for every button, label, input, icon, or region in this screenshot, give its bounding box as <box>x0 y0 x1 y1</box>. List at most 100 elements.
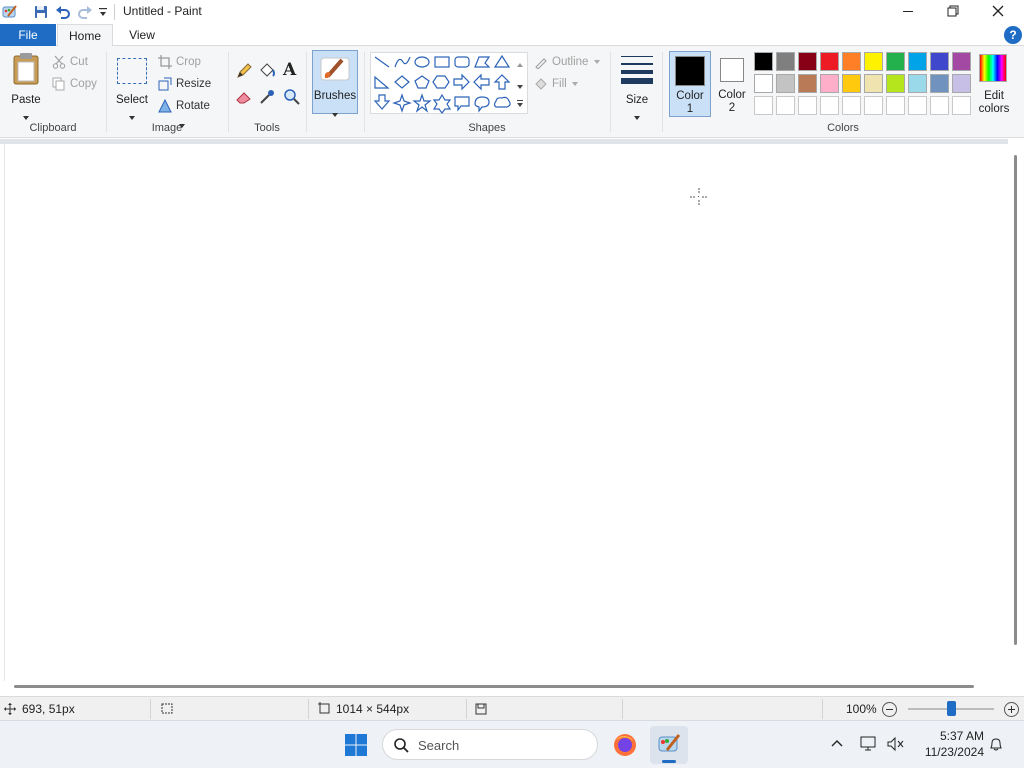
pentagon-shape-icon[interactable] <box>414 75 430 89</box>
show-hidden-icons-chevron-icon[interactable] <box>830 737 844 751</box>
paint-app-icon[interactable] <box>2 4 18 20</box>
palette-swatch[interactable] <box>886 74 905 93</box>
palette-swatch[interactable] <box>842 74 861 93</box>
color-picker-icon[interactable] <box>258 88 276 106</box>
custom-color-slot[interactable] <box>952 96 971 115</box>
tab-view[interactable]: View <box>114 24 170 46</box>
custom-color-slot[interactable] <box>930 96 949 115</box>
palette-swatch[interactable] <box>754 74 773 93</box>
palette-swatch[interactable] <box>908 52 927 71</box>
custom-color-slot[interactable] <box>908 96 927 115</box>
select-button[interactable]: Select <box>112 50 152 120</box>
outline-button[interactable]: Outline <box>534 52 606 72</box>
custom-color-slot[interactable] <box>798 96 817 115</box>
palette-swatch[interactable] <box>842 52 861 71</box>
volume-muted-icon[interactable] <box>886 736 904 752</box>
palette-swatch[interactable] <box>864 52 883 71</box>
magnifier-icon[interactable] <box>283 88 301 106</box>
zoom-slider-thumb[interactable] <box>947 701 956 716</box>
shapes-more-icon[interactable] <box>515 98 525 108</box>
horizontal-scrollbar[interactable] <box>14 685 974 688</box>
palette-swatch[interactable] <box>886 52 905 71</box>
tab-file[interactable]: File <box>0 24 56 46</box>
drawing-canvas[interactable] <box>4 144 1008 681</box>
right-triangle-shape-icon[interactable] <box>374 75 390 89</box>
cut-button[interactable]: Cut <box>52 52 100 72</box>
resize-button[interactable]: Resize <box>158 74 214 94</box>
paint-taskbar-icon[interactable] <box>650 726 688 764</box>
color1-button[interactable]: Color 1 <box>669 51 711 117</box>
shapes-scroll-down-icon[interactable] <box>515 80 525 89</box>
palette-swatch[interactable] <box>930 74 949 93</box>
palette-swatch[interactable] <box>798 52 817 71</box>
palette-swatch[interactable] <box>952 52 971 71</box>
custom-color-slot[interactable] <box>776 96 795 115</box>
redo-icon[interactable] <box>77 4 93 20</box>
tab-home[interactable]: Home <box>57 24 113 47</box>
undo-icon[interactable] <box>55 4 71 20</box>
palette-swatch[interactable] <box>930 52 949 71</box>
six-point-star-shape-icon[interactable] <box>432 93 452 114</box>
taskbar-search-box[interactable]: Search <box>382 729 598 760</box>
palette-swatch[interactable] <box>820 74 839 93</box>
fill-button[interactable]: Fill <box>534 74 584 94</box>
copy-button[interactable]: Copy <box>52 74 102 94</box>
five-point-star-shape-icon[interactable] <box>412 93 432 113</box>
palette-swatch[interactable] <box>908 74 927 93</box>
custom-color-slot[interactable] <box>864 96 883 115</box>
rectangle-shape-icon[interactable] <box>434 56 450 68</box>
crop-button[interactable]: Crop <box>158 52 208 72</box>
diamond-shape-icon[interactable] <box>394 75 410 89</box>
palette-swatch[interactable] <box>798 74 817 93</box>
zoom-out-icon[interactable] <box>882 702 897 717</box>
palette-swatch[interactable] <box>864 74 883 93</box>
customize-toolbar-dropdown-icon[interactable] <box>98 6 108 18</box>
palette-swatch[interactable] <box>776 52 795 71</box>
pencil-icon[interactable] <box>235 62 253 80</box>
custom-color-slot[interactable] <box>754 96 773 115</box>
left-arrow-shape-icon[interactable] <box>473 73 490 91</box>
close-icon[interactable] <box>986 0 1010 24</box>
clock-date[interactable]: 11/23/2024 <box>914 745 984 759</box>
rounded-rectangle-shape-icon[interactable] <box>454 56 470 68</box>
brushes-button[interactable]: Brushes <box>312 50 358 117</box>
paste-button[interactable]: Paste <box>6 50 46 120</box>
rounded-callout-shape-icon[interactable] <box>454 96 470 112</box>
eraser-icon[interactable] <box>235 88 253 106</box>
save-icon[interactable] <box>33 4 49 20</box>
palette-swatch[interactable] <box>952 74 971 93</box>
oval-callout-shape-icon[interactable] <box>474 96 490 113</box>
help-icon[interactable]: ? <box>1004 26 1022 44</box>
minimize-icon[interactable] <box>896 0 920 24</box>
zoom-in-icon[interactable] <box>1004 702 1019 717</box>
restore-icon[interactable] <box>940 0 964 24</box>
four-point-star-shape-icon[interactable] <box>392 93 412 113</box>
edit-colors-button[interactable]: Edit colors <box>976 52 1012 118</box>
network-icon[interactable] <box>860 736 878 752</box>
vertical-scrollbar[interactable] <box>1014 155 1017 645</box>
text-tool-icon[interactable]: A <box>283 60 301 80</box>
cloud-callout-shape-icon[interactable] <box>493 96 511 108</box>
color2-button[interactable]: Color 2 <box>712 51 752 117</box>
up-arrow-shape-icon[interactable] <box>493 74 511 90</box>
curve-shape-icon[interactable] <box>394 56 411 68</box>
shapes-scroll-up-icon[interactable] <box>515 58 525 67</box>
hexagon-shape-icon[interactable] <box>432 75 450 89</box>
notification-bell-icon[interactable] <box>988 736 1004 752</box>
fill-bucket-icon[interactable] <box>258 62 276 80</box>
size-button[interactable]: Size <box>616 50 658 120</box>
clock-time[interactable]: 5:37 AM <box>920 729 984 743</box>
rotate-button[interactable]: Rotate <box>158 96 222 128</box>
firefox-icon[interactable] <box>612 732 638 758</box>
down-arrow-shape-icon[interactable] <box>373 94 391 110</box>
custom-color-slot[interactable] <box>886 96 905 115</box>
oval-shape-icon[interactable] <box>414 56 430 68</box>
palette-swatch[interactable] <box>754 52 773 71</box>
triangle-shape-icon[interactable] <box>493 54 511 68</box>
custom-color-slot[interactable] <box>842 96 861 115</box>
custom-color-slot[interactable] <box>820 96 839 115</box>
right-arrow-shape-icon[interactable] <box>453 73 470 91</box>
line-shape-icon[interactable] <box>374 56 390 68</box>
palette-swatch[interactable] <box>820 52 839 71</box>
polygon-shape-icon[interactable] <box>474 56 491 68</box>
